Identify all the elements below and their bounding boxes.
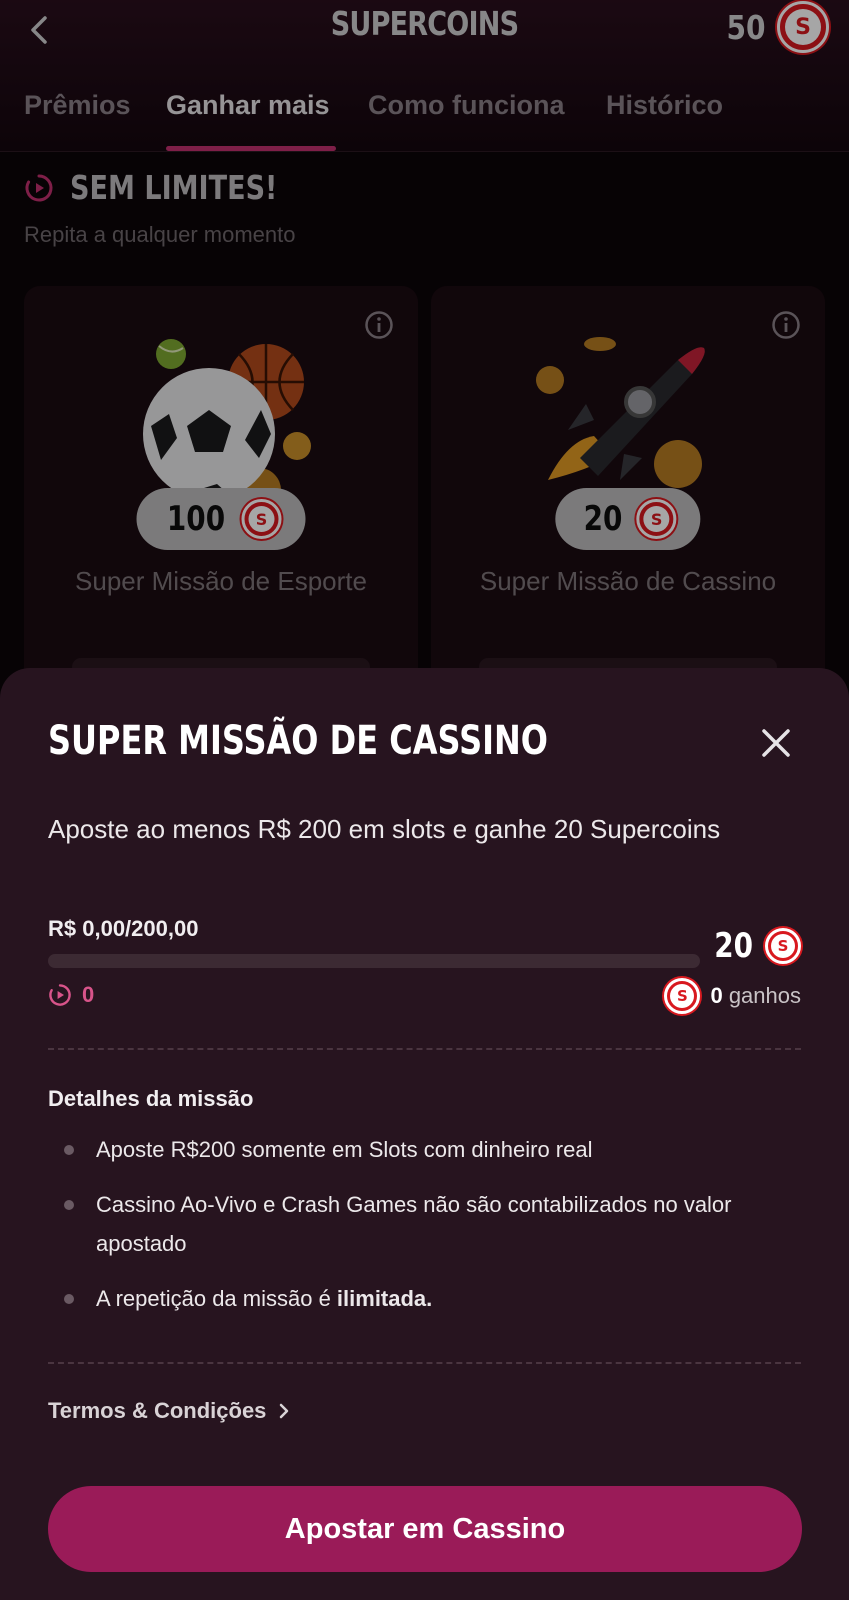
earned-count: 0 [710, 983, 723, 1008]
apostar-cassino-button[interactable]: Apostar em Cassino [48, 1486, 802, 1572]
progress-label: R$ 0,00/200,00 [48, 916, 199, 941]
mission-progress-bar [48, 954, 700, 968]
repeat-counter: 0 [48, 982, 94, 1008]
mission-reward: 20 S [710, 926, 801, 966]
repeat-play-icon [49, 984, 71, 1006]
list-item: A repetição da missão é ilimitada. [48, 1279, 808, 1318]
earned-counter: S 0 ganhos [664, 978, 801, 1014]
supercoin-icon: S [664, 978, 701, 1014]
repeat-count-value: 0 [82, 982, 95, 1007]
chevron-right-icon [280, 1403, 289, 1419]
terms-link[interactable]: Termos & Condições [48, 1398, 290, 1424]
supercoin-icon: S [765, 928, 801, 964]
divider [48, 1048, 801, 1050]
close-icon[interactable] [759, 726, 793, 760]
reward-value: 20 [713, 926, 753, 966]
earned-label: ganhos [728, 983, 801, 1008]
details-title: Detalhes da missão [48, 1086, 254, 1111]
mission-description: Aposte ao menos R$ 200 em slots e ganhe … [48, 814, 721, 844]
details-list: Aposte R$200 somente em Slots com dinhei… [48, 1130, 808, 1334]
list-item: Cassino Ao-Vivo e Crash Games não são co… [48, 1185, 808, 1263]
mission-bottom-sheet: SUPER MISSÃO DE CASSINO Aposte ao menos … [0, 668, 849, 1600]
sheet-title: SUPER MISSÃO DE CASSINO [48, 718, 548, 764]
divider [48, 1362, 801, 1364]
terms-label: Termos & Condições [48, 1398, 267, 1423]
list-item: Aposte R$200 somente em Slots com dinhei… [48, 1130, 808, 1169]
